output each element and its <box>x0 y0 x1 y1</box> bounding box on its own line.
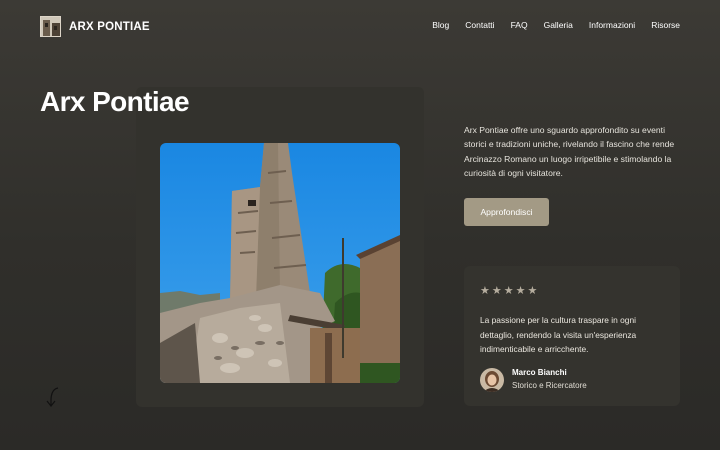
curved-arrow-icon <box>42 386 62 413</box>
tower-photo <box>160 143 400 383</box>
star-icon: ★ <box>491 285 502 297</box>
testimonial-card: ★ ★ ★ ★ ★ La passione per la cultura tra… <box>464 266 680 406</box>
hero-title: Arx Pontiae <box>40 86 190 117</box>
author-info: Marco Bianchi Storico e Ricercatore <box>512 367 587 393</box>
avatar <box>480 368 504 392</box>
approfondisci-button[interactable]: Approfondisci <box>464 198 549 226</box>
rating-stars: ★ ★ ★ ★ ★ <box>480 286 537 297</box>
nav-link-faq[interactable]: FAQ <box>511 20 528 30</box>
author-name: Marco Bianchi <box>512 368 567 377</box>
main-nav: Blog Contatti FAQ Galleria Informazioni … <box>432 20 680 30</box>
testimonial-quote: La passione per la cultura traspare in o… <box>480 315 637 354</box>
logo-image <box>40 16 61 37</box>
nav-link-risorse[interactable]: Risorse <box>651 20 680 30</box>
star-icon: ★ <box>480 285 490 297</box>
site-header: ARX PONTIAE Blog Contatti FAQ Galleria I… <box>40 16 680 38</box>
nav-link-blog[interactable]: Blog <box>432 20 449 30</box>
brand-name: ARX PONTIAE <box>69 20 150 33</box>
nav-link-contatti[interactable]: Contatti <box>465 20 494 30</box>
star-icon: ★ <box>527 285 538 297</box>
nav-link-informazioni[interactable]: Informazioni <box>589 20 635 30</box>
brand-logo-link[interactable]: ARX PONTIAE <box>40 16 150 37</box>
nav-link-galleria[interactable]: Galleria <box>544 20 573 30</box>
author-role: Storico e Ricercatore <box>512 381 587 390</box>
star-icon: ★ <box>515 285 526 297</box>
hero-description: Arx Pontiae offre uno sguardo approfondi… <box>464 125 675 179</box>
testimonial-author: Marco Bianchi Storico e Ricercatore <box>480 367 587 393</box>
star-icon: ★ <box>503 285 514 297</box>
